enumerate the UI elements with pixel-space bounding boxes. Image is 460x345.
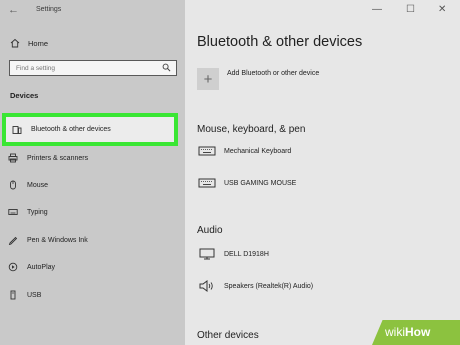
sidebar-item-bluetooth[interactable]: Bluetooth & other devices <box>2 113 178 146</box>
watermark-text: wikiHow <box>385 325 431 339</box>
device-mechanical-keyboard[interactable]: Mechanical Keyboard <box>198 145 291 157</box>
sidebar-item-usb[interactable]: USB <box>8 287 178 303</box>
section-heading-devices: Devices <box>10 91 39 100</box>
section-heading-audio: Audio <box>197 225 223 236</box>
add-device-label[interactable]: Add Bluetooth or other device <box>227 70 319 77</box>
device-name: DELL D1918H <box>224 250 269 258</box>
main-content <box>185 0 460 345</box>
device-name: Mechanical Keyboard <box>224 147 292 155</box>
device-speakers[interactable]: Speakers (Realtek(R) Audio) <box>198 280 313 292</box>
sidebar-item-label: AutoPlay <box>27 263 56 271</box>
app-title: Settings <box>36 6 62 13</box>
bluetooth-devices-icon <box>12 125 22 134</box>
home-icon <box>10 38 20 48</box>
sidebar-item-mouse[interactable]: Mouse <box>8 177 178 193</box>
keyboard-icon <box>198 146 216 156</box>
sidebar-item-label: Bluetooth & other devices <box>31 126 111 133</box>
page-title: Bluetooth & other devices <box>197 34 363 50</box>
printer-icon <box>8 153 18 163</box>
section-heading-input: Mouse, keyboard, & pen <box>197 124 306 135</box>
speaker-icon <box>199 280 213 292</box>
sidebar-item-autoplay[interactable]: AutoPlay <box>8 259 178 275</box>
monitor-icon <box>199 248 215 260</box>
sidebar-item-label: Pen & Windows Ink <box>27 236 88 244</box>
search-icon[interactable] <box>162 63 171 72</box>
sidebar-item-printers[interactable]: Printers & scanners <box>8 150 178 166</box>
section-heading-other: Other devices <box>197 330 259 341</box>
device-name: Speakers (Realtek(R) Audio) <box>224 282 314 290</box>
search-input[interactable] <box>16 62 156 74</box>
usb-icon <box>10 290 16 300</box>
sidebar-item-home[interactable]: Home <box>10 36 48 50</box>
keyboard-icon <box>198 178 216 188</box>
mouse-icon <box>10 180 16 190</box>
device-usb-gaming-mouse[interactable]: USB GAMING MOUSE <box>198 177 296 189</box>
add-device-button[interactable]: + <box>197 68 219 90</box>
device-name: USB GAMING MOUSE <box>224 179 297 187</box>
plus-icon: + <box>203 70 213 88</box>
keyboard-icon <box>8 209 18 215</box>
sidebar-item-typing[interactable]: Typing <box>8 204 178 220</box>
sidebar-item-label: USB <box>27 291 42 299</box>
autoplay-icon <box>8 262 18 272</box>
back-arrow-icon[interactable]: ← <box>8 4 19 16</box>
sidebar-item-pen[interactable]: Pen & Windows Ink <box>8 232 178 248</box>
pen-icon <box>8 236 18 245</box>
title-bar: ← Settings — ☐ ✕ <box>0 0 460 22</box>
sidebar-item-label: Typing <box>27 208 48 216</box>
sidebar-item-label: Mouse <box>27 181 49 189</box>
maximize-button[interactable]: ☐ <box>406 4 415 15</box>
search-box[interactable] <box>9 60 177 76</box>
close-button[interactable]: ✕ <box>438 4 446 15</box>
sidebar-item-label: Printers & scanners <box>27 154 89 162</box>
wikihow-watermark: wikiHow <box>372 320 460 345</box>
device-dell-monitor[interactable]: DELL D1918H <box>198 248 269 260</box>
minimize-button[interactable]: — <box>372 4 382 15</box>
home-label: Home <box>28 38 49 48</box>
